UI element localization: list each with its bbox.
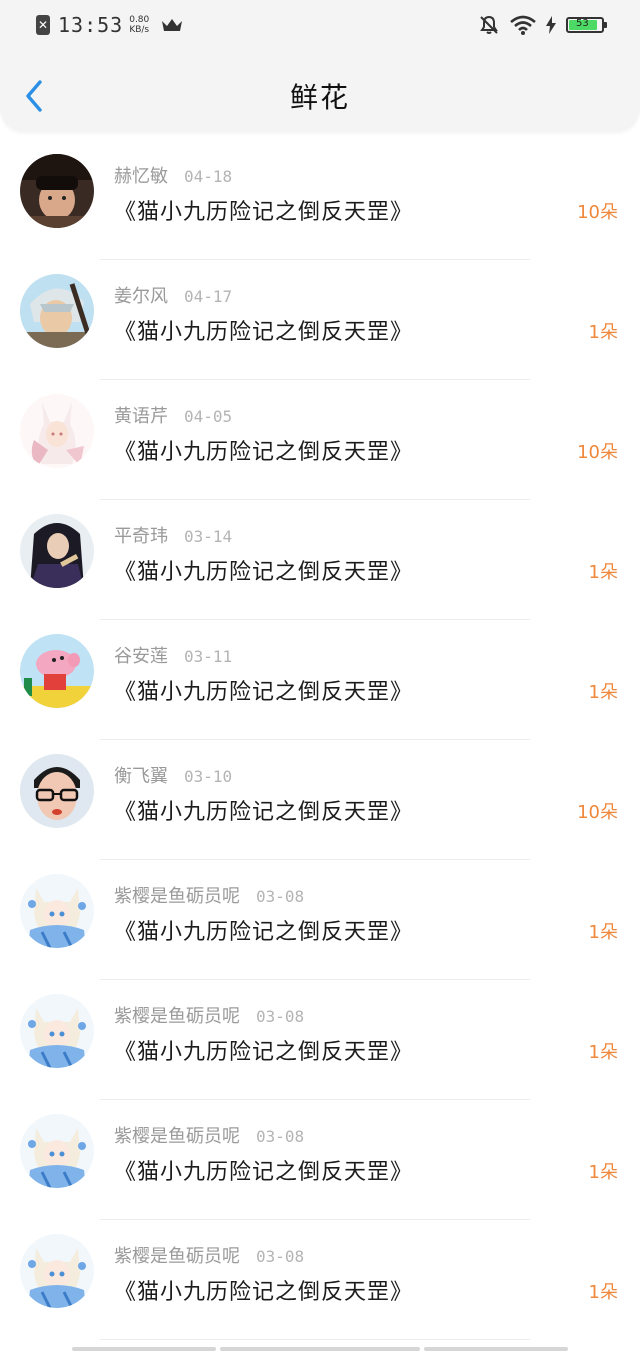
net-speed: 0.80 KB/s (129, 15, 149, 35)
gift-date: 03-08 (256, 1127, 305, 1146)
flower-count: 1朵 (588, 322, 618, 343)
avatar[interactable] (20, 874, 94, 948)
flower-row[interactable]: 平奇玮 03-14 《猫小九历险记之倒反天罡》 1朵 (0, 500, 640, 620)
sender-line: 谷安莲 03-11 (114, 642, 232, 668)
avatar[interactable] (20, 634, 94, 708)
sender-line: 紫樱是鱼砺员呢 03-08 (114, 1122, 304, 1148)
sender-name[interactable]: 紫樱是鱼砺员呢 (114, 1006, 240, 1027)
sender-line: 衡飞翼 03-10 (114, 762, 232, 788)
notification-close-icon: ✕ (36, 15, 50, 35)
sender-line: 紫樱是鱼砺员呢 03-08 (114, 1002, 304, 1028)
flower-count: 10朵 (577, 802, 618, 823)
avatar[interactable] (20, 154, 94, 228)
status-time: 13:53 (58, 13, 124, 37)
gift-date: 03-08 (256, 1007, 305, 1026)
flower-row[interactable]: 紫樱是鱼砺员呢 03-08 《猫小九历险记之倒反天罡》 1朵 (0, 980, 640, 1100)
gift-date: 04-18 (184, 167, 233, 186)
sender-line: 平奇玮 03-14 (114, 522, 232, 548)
flower-count: 10朵 (577, 442, 618, 463)
gift-date: 04-17 (184, 287, 233, 306)
flower-count: 1朵 (588, 562, 618, 583)
sender-name[interactable]: 紫樱是鱼砺员呢 (114, 1246, 240, 1267)
flower-row[interactable]: 紫樱是鱼砺员呢 03-08 《猫小九历险记之倒反天罡》 1朵 (0, 1220, 640, 1340)
flower-row[interactable]: 衡飞翼 03-10 《猫小九历险记之倒反天罡》 10朵 (0, 740, 640, 860)
net-speed-value: 0.80 (129, 15, 150, 25)
status-bar: ✕ 13:53 0.80 KB/s 53 (0, 0, 640, 50)
sender-line: 黄语芹 04-05 (114, 402, 232, 428)
work-title[interactable]: 《猫小九历险记之倒反天罡》 (114, 794, 413, 826)
gift-date: 03-14 (184, 527, 233, 546)
sender-line: 紫樱是鱼砺员呢 03-08 (114, 882, 304, 908)
work-title[interactable]: 《猫小九历险记之倒反天罡》 (114, 194, 413, 226)
gift-date: 03-08 (256, 887, 305, 906)
divider (100, 1339, 530, 1340)
avatar[interactable] (20, 994, 94, 1068)
sender-name[interactable]: 紫樱是鱼砺员呢 (114, 1126, 240, 1147)
bell-muted-icon (480, 15, 498, 34)
sender-name[interactable]: 谷安莲 (114, 646, 168, 667)
gift-date: 03-11 (184, 647, 233, 666)
bottom-indicator (0, 1341, 640, 1351)
flower-count: 1朵 (588, 1282, 618, 1303)
avatar[interactable] (20, 394, 94, 468)
net-speed-unit: KB/s (129, 25, 150, 35)
flower-row[interactable]: 黄语芹 04-05 《猫小九历险记之倒反天罡》 10朵 (0, 380, 640, 500)
work-title[interactable]: 《猫小九历险记之倒反天罡》 (114, 914, 413, 946)
flower-row[interactable]: 紫樱是鱼砺员呢 03-08 《猫小九历险记之倒反天罡》 1朵 (0, 1100, 640, 1220)
flower-count: 1朵 (588, 1162, 618, 1183)
work-title[interactable]: 《猫小九历险记之倒反天罡》 (114, 1154, 413, 1186)
sender-name[interactable]: 平奇玮 (114, 526, 168, 547)
sender-name[interactable]: 赫忆敏 (114, 166, 168, 187)
header: 鲜花 (0, 50, 640, 132)
avatar[interactable] (20, 1234, 94, 1308)
sender-line: 姜尔风 04-17 (114, 282, 232, 308)
work-title[interactable]: 《猫小九历险记之倒反天罡》 (114, 1274, 413, 1306)
charging-bolt-icon (546, 16, 556, 34)
sender-line: 紫樱是鱼砺员呢 03-08 (114, 1242, 304, 1268)
flower-row[interactable]: 紫樱是鱼砺员呢 03-08 《猫小九历险记之倒反天罡》 1朵 (0, 860, 640, 980)
sender-line: 赫忆敏 04-18 (114, 162, 232, 188)
avatar[interactable] (20, 274, 94, 348)
flower-row[interactable]: 谷安莲 03-11 《猫小九历险记之倒反天罡》 1朵 (0, 620, 640, 740)
flower-count: 1朵 (588, 1042, 618, 1063)
work-title[interactable]: 《猫小九历险记之倒反天罡》 (114, 314, 413, 346)
flower-count: 1朵 (588, 922, 618, 943)
sender-name[interactable]: 黄语芹 (114, 406, 168, 427)
work-title[interactable]: 《猫小九历险记之倒反天罡》 (114, 674, 413, 706)
gift-date: 03-08 (256, 1247, 305, 1266)
avatar[interactable] (20, 514, 94, 588)
gift-date: 03-10 (184, 767, 233, 786)
crown-icon (162, 19, 183, 31)
battery-level: 53 (576, 18, 589, 29)
avatar[interactable] (20, 1114, 94, 1188)
flower-count: 10朵 (577, 202, 618, 223)
work-title[interactable]: 《猫小九历险记之倒反天罡》 (114, 1034, 413, 1066)
flower-row[interactable]: 赫忆敏 04-18 《猫小九历险记之倒反天罡》 10朵 (0, 140, 640, 260)
flower-row[interactable]: 姜尔风 04-17 《猫小九历险记之倒反天罡》 1朵 (0, 260, 640, 380)
sender-name[interactable]: 衡飞翼 (114, 766, 168, 787)
wifi-icon (510, 15, 536, 35)
avatar[interactable] (20, 754, 94, 828)
flower-count: 1朵 (588, 682, 618, 703)
page-title: 鲜花 (289, 81, 350, 114)
battery-icon: 53 (566, 17, 607, 33)
gift-date: 04-05 (184, 407, 233, 426)
work-title[interactable]: 《猫小九历险记之倒反天罡》 (114, 434, 413, 466)
sender-name[interactable]: 紫樱是鱼砺员呢 (114, 886, 240, 907)
work-title[interactable]: 《猫小九历险记之倒反天罡》 (114, 554, 413, 586)
flower-list: 赫忆敏 04-18 《猫小九历险记之倒反天罡》 10朵 姜尔风 04-17 《猫小九历险记之… (0, 140, 640, 1340)
sender-name[interactable]: 姜尔风 (114, 286, 168, 307)
